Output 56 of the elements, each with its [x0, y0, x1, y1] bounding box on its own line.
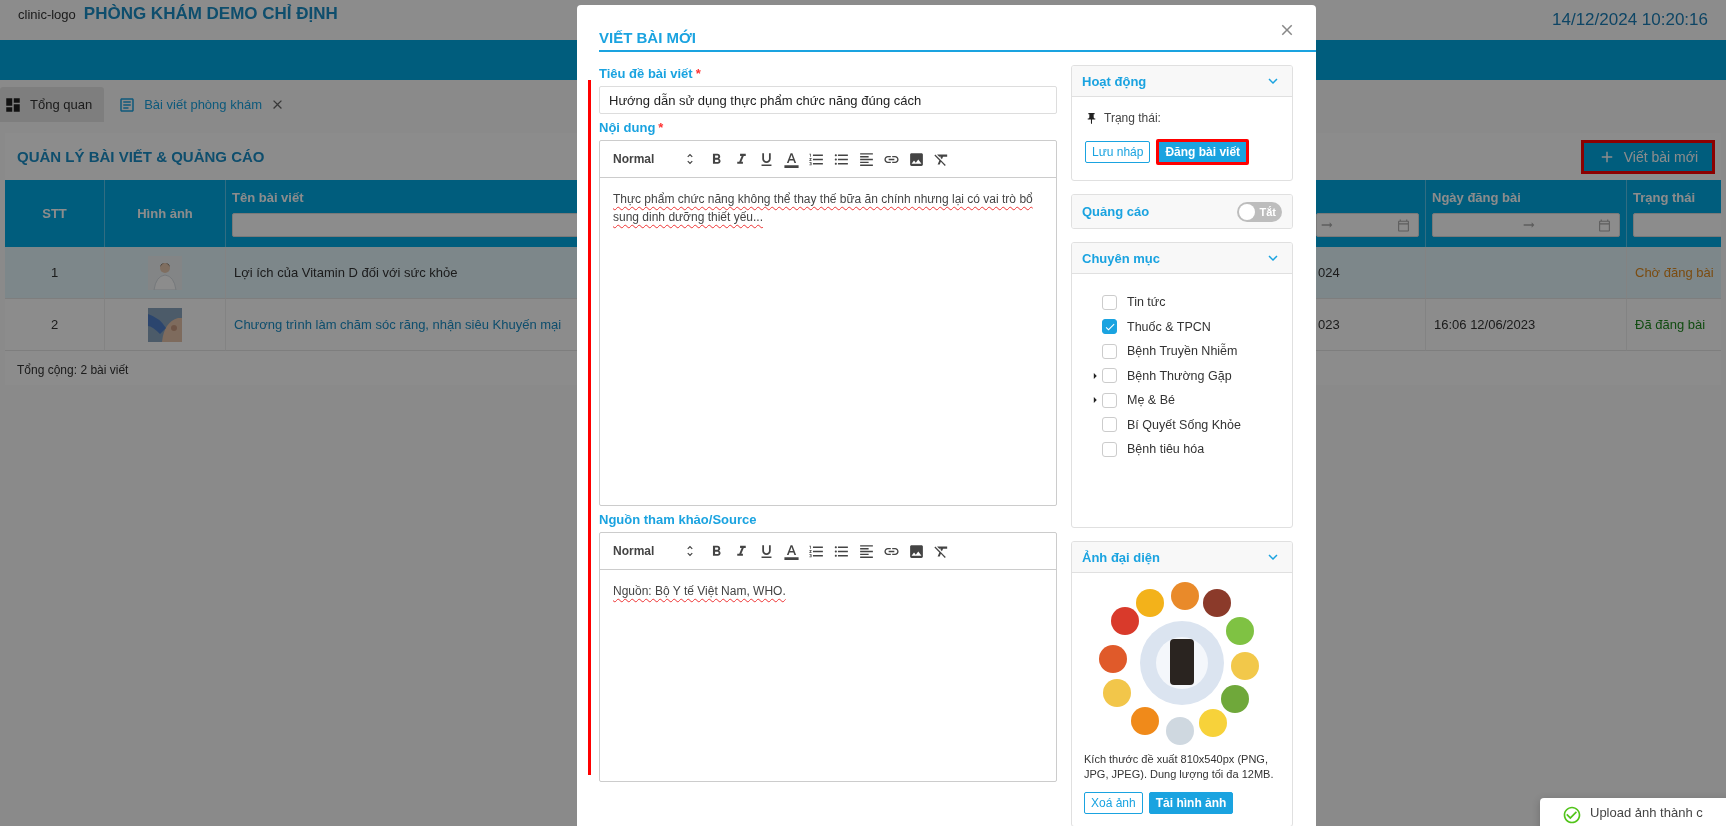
- checkbox[interactable]: [1102, 392, 1117, 408]
- modal-title: VIẾT BÀI MỚI: [599, 29, 696, 46]
- field-label: Nội dung *: [599, 120, 665, 136]
- pin-icon: [1085, 111, 1098, 125]
- title-input[interactable]: Hướng dẫn sử dụng thực phẩm chức năng đúng cách: [599, 86, 1057, 114]
- calendar-icon: [1397, 218, 1410, 232]
- card-title: Hoạt động: [1082, 73, 1147, 89]
- category-label[interactable]: Bệnh Thường Gặp: [1127, 368, 1232, 383]
- table-cell: 2: [5, 299, 105, 351]
- date-range-field[interactable]: [1316, 213, 1419, 237]
- format-select[interactable]: Normal: [613, 544, 697, 558]
- tab-label: Tổng quan: [30, 97, 93, 112]
- panel-title: QUẢN LÝ BÀI VIẾT & QUẢNG CÁO: [17, 148, 265, 165]
- logo-text: clinic-logo: [18, 7, 76, 22]
- status-text: Chờ đăng bài: [1627, 247, 1721, 299]
- format-select[interactable]: Normal: [613, 152, 697, 166]
- category-label[interactable]: Thuốc & TPCN: [1127, 319, 1211, 334]
- clinic-name: PHÒNG KHÁM DEMO CHỈ ĐỊNH: [83, 4, 338, 24]
- editor-text: Nguồn: Bộ Y tế Việt Nam, WHO.: [613, 584, 786, 598]
- column-label: Hình ảnh: [137, 206, 193, 221]
- upload-hint: Kích thước đề xuất 810x540px (PNG, JPG, JPEG). Dung lượng tối đa 12MB.: [1084, 752, 1275, 782]
- status-label: Trạng thái:: [1104, 111, 1161, 125]
- datetime: 14/12/2024 10:20:16: [1552, 9, 1708, 31]
- field-label: Nguồn tham khảo/Source: [599, 512, 758, 528]
- tab-label: Bài viết phòng khám: [144, 97, 262, 112]
- table-cell: 1: [5, 247, 105, 299]
- tab[interactable]: Tổng quan: [0, 87, 105, 122]
- checkbox[interactable]: [1102, 368, 1117, 384]
- success-icon: [1562, 805, 1582, 825]
- toast-message: Upload ảnh thành c: [1590, 805, 1703, 820]
- date-range-field[interactable]: [1432, 213, 1620, 237]
- column-label: Ngày đăng bài: [1432, 190, 1521, 205]
- category-label[interactable]: Bệnh Truyền Nhiễm: [1127, 344, 1238, 359]
- column-label: Trạng thái: [1633, 190, 1696, 205]
- total-count: Tổng cộng: 2 bài viết: [17, 363, 129, 377]
- dashboard-icon: [4, 95, 22, 114]
- checkbox[interactable]: [1102, 319, 1117, 335]
- document-icon: [118, 95, 137, 114]
- field-label: Tiêu đề bài viết *: [599, 66, 702, 82]
- calendar-icon: [1598, 218, 1611, 232]
- checkbox[interactable]: [1102, 441, 1117, 457]
- rich-text-editor[interactable]: Normal Nguồn: Bộ Y tế Việt Nam, WHO.: [599, 532, 1057, 782]
- category-label[interactable]: Mẹ & Bé: [1127, 393, 1175, 408]
- column-label: STT: [42, 206, 67, 221]
- card-title: Chuyên mục: [1082, 250, 1160, 266]
- checkbox[interactable]: [1102, 343, 1117, 359]
- category-label[interactable]: Bí Quyết Sống Khỏe: [1127, 417, 1241, 432]
- category-label[interactable]: Bệnh tiêu hóa: [1127, 442, 1205, 457]
- card-title: Quảng cáo: [1082, 204, 1150, 219]
- checkbox[interactable]: [1102, 417, 1117, 433]
- rich-text-editor[interactable]: Normal Thực phẩm chức năng không thể thay thế bữa ăn chính nhưng lại có vai trò bổ sung dinh dưỡng thiết yếu...: [599, 140, 1057, 506]
- card-title: Ảnh đại diện: [1082, 549, 1160, 565]
- column-label: Tên bài viết: [232, 190, 304, 205]
- checkbox[interactable]: [1102, 294, 1117, 310]
- editor-text: Thực phẩm chức năng không thể thay thế bữa ăn chính nhưng lại có vai trò bổ sung dinh dưỡng thiết yếu...: [613, 192, 1033, 224]
- table-cell: 16:06 12/06/2023: [1426, 299, 1627, 351]
